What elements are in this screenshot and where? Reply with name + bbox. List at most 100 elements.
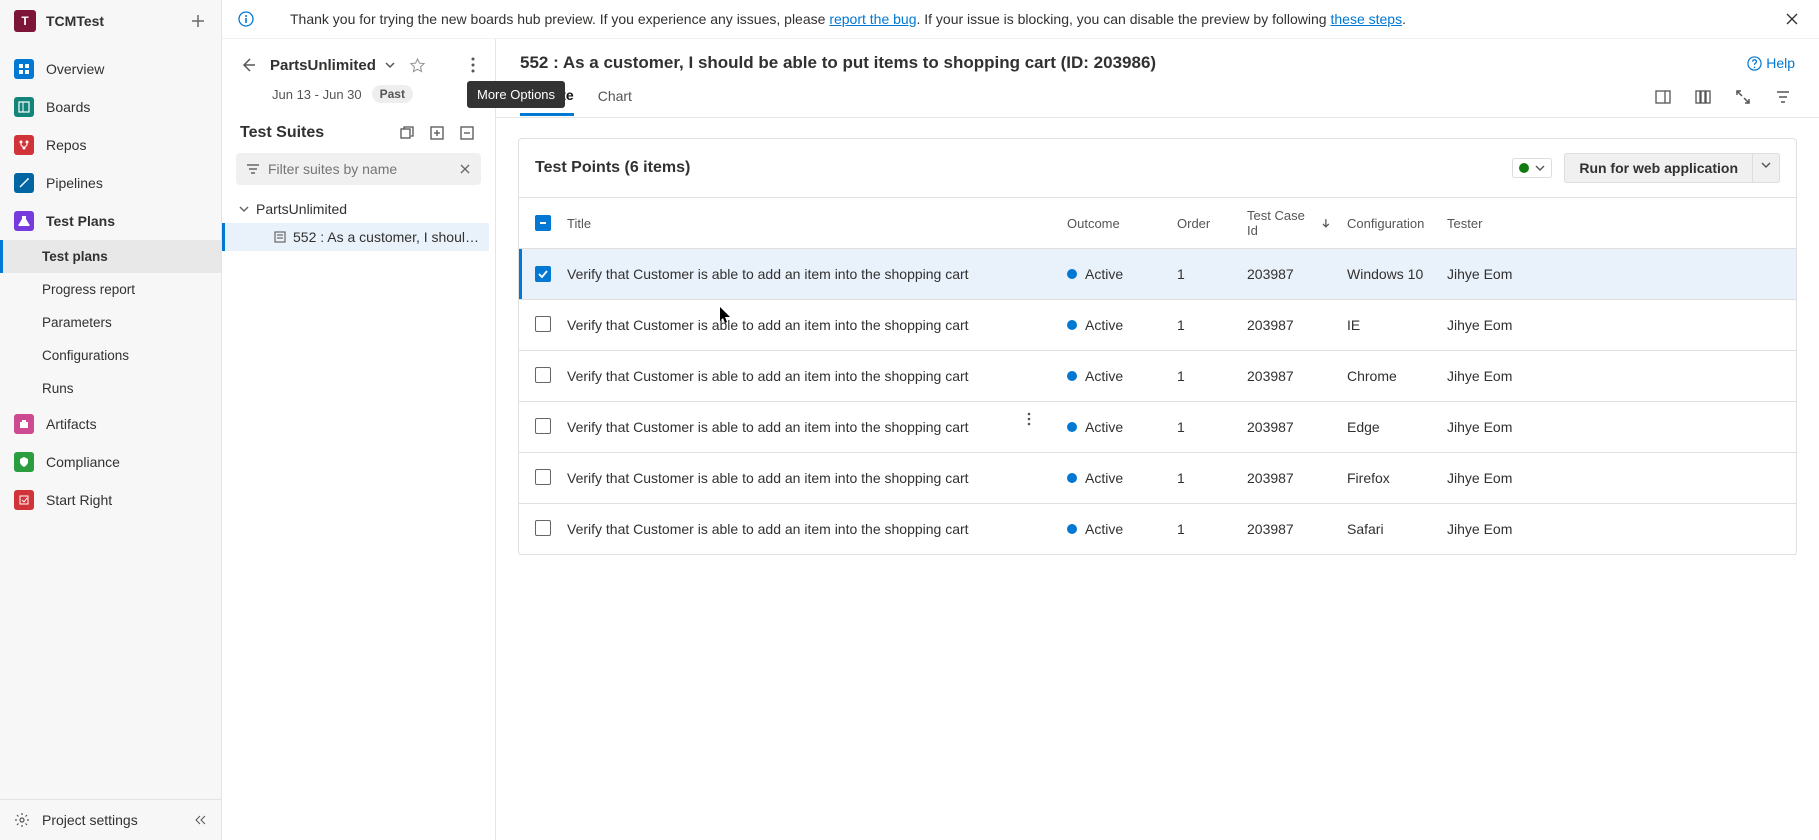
nav-test-plans[interactable]: Test Plans (0, 202, 221, 240)
more-options-tooltip: More Options (467, 81, 565, 108)
cell-config: IE (1339, 300, 1439, 351)
pipelines-icon (14, 173, 34, 193)
chevron-down-icon[interactable] (238, 203, 250, 215)
table-row[interactable]: Verify that Customer is able to add an i… (519, 351, 1796, 402)
nav-overview[interactable]: Overview (0, 50, 221, 88)
collapse-nav-icon[interactable] (193, 813, 207, 827)
col-test-case-id[interactable]: Test Case Id (1239, 198, 1339, 249)
cell-order: 1 (1169, 351, 1239, 402)
cell-tester: Jihye Eom (1439, 402, 1796, 453)
expand-suites-icon[interactable] (397, 123, 417, 143)
select-all-checkbox[interactable] (535, 215, 551, 231)
status-dot-icon (1519, 163, 1529, 173)
banner-link-report-bug[interactable]: report the bug (829, 11, 916, 27)
add-suite-icon[interactable] (427, 123, 447, 143)
row-checkbox[interactable] (535, 266, 551, 282)
new-item-button[interactable] (189, 12, 207, 30)
cell-outcome: Active (1067, 470, 1161, 486)
column-options-button[interactable] (1691, 85, 1715, 109)
cell-title: Verify that Customer is able to add an i… (559, 504, 1019, 555)
subnav-configurations-label: Configurations (42, 348, 129, 363)
filter-suites-input-wrap[interactable] (236, 153, 481, 185)
export-suite-icon[interactable] (457, 123, 477, 143)
table-row[interactable]: Verify that Customer is able to add an i… (519, 300, 1796, 351)
cell-tester: Jihye Eom (1439, 453, 1796, 504)
col-title[interactable]: Title (559, 198, 1019, 249)
row-checkbox[interactable] (535, 316, 551, 332)
banner-link-steps[interactable]: these steps (1330, 11, 1402, 27)
row-checkbox[interactable] (535, 418, 551, 434)
table-row[interactable]: Verify that Customer is able to add an i… (519, 402, 1796, 453)
chevron-down-icon (1535, 163, 1545, 173)
info-icon (238, 11, 254, 27)
run-web-app-button[interactable]: Run for web application (1564, 153, 1753, 183)
plan-state-badge: Past (372, 85, 413, 103)
nav-pipelines[interactable]: Pipelines (0, 164, 221, 202)
filter-suites-input[interactable] (268, 161, 451, 177)
left-nav: T TCMTest Overview Boards Repos (0, 0, 222, 840)
col-tester[interactable]: Tester (1439, 198, 1796, 249)
subnav-parameters[interactable]: Parameters (0, 306, 221, 339)
cell-title: Verify that Customer is able to add an i… (559, 351, 1019, 402)
row-checkbox[interactable] (535, 367, 551, 383)
nav-boards[interactable]: Boards (0, 88, 221, 126)
subnav-progress[interactable]: Progress report (0, 273, 221, 306)
plan-dropdown-icon[interactable] (384, 59, 396, 71)
cell-tester: Jihye Eom (1439, 351, 1796, 402)
back-button[interactable] (240, 57, 256, 73)
outcome-dot-icon (1067, 422, 1077, 432)
cell-order: 1 (1169, 504, 1239, 555)
cell-outcome: Active (1067, 368, 1161, 384)
col-outcome[interactable]: Outcome (1059, 198, 1169, 249)
banner-text-2: . If your issue is blocking, you can dis… (916, 11, 1330, 27)
subnav-configurations[interactable]: Configurations (0, 339, 221, 372)
col-order[interactable]: Order (1169, 198, 1239, 249)
fullscreen-button[interactable] (1731, 85, 1755, 109)
filter-toggle-button[interactable] (1771, 85, 1795, 109)
nav-test-plans-label: Test Plans (46, 213, 115, 229)
tab-chart[interactable]: Chart (598, 88, 632, 114)
row-more-button[interactable] (1027, 412, 1051, 442)
table-row[interactable]: Verify that Customer is able to add an i… (519, 504, 1796, 555)
clear-filter-icon[interactable] (459, 163, 471, 175)
subnav-runs-label: Runs (42, 381, 74, 396)
nav-boards-label: Boards (46, 99, 90, 115)
test-points-table: Title Outcome Order Test Case Id Configu… (519, 198, 1796, 555)
nav-compliance[interactable]: Compliance (0, 443, 221, 481)
nav-start-right[interactable]: Start Right (0, 481, 221, 519)
help-link[interactable]: Help (1747, 55, 1795, 71)
cell-tester: Jihye Eom (1439, 504, 1796, 555)
col-configuration[interactable]: Configuration (1339, 198, 1439, 249)
subnav-runs[interactable]: Runs (0, 372, 221, 405)
cell-config: Edge (1339, 402, 1439, 453)
cell-outcome: Active (1067, 317, 1161, 333)
project-settings[interactable]: Project settings (0, 800, 221, 840)
row-checkbox[interactable] (535, 520, 551, 536)
table-row[interactable]: Verify that Customer is able to add an i… (519, 249, 1796, 300)
cell-tester: Jihye Eom (1439, 300, 1796, 351)
row-checkbox[interactable] (535, 469, 551, 485)
nav-artifacts[interactable]: Artifacts (0, 405, 221, 443)
outcome-filter-dropdown[interactable] (1512, 158, 1552, 178)
project-settings-label: Project settings (42, 812, 138, 828)
favorite-button[interactable] (410, 58, 425, 73)
suite-root[interactable]: PartsUnlimited (228, 195, 489, 223)
cell-title: Verify that Customer is able to add an i… (559, 300, 1019, 351)
cell-tcid: 203987 (1239, 351, 1339, 402)
run-dropdown-button[interactable] (1753, 153, 1780, 183)
subnav-test-plans[interactable]: Test plans (0, 240, 221, 273)
table-row[interactable]: Verify that Customer is able to add an i… (519, 453, 1796, 504)
plan-name[interactable]: PartsUnlimited (270, 57, 376, 74)
banner-close-button[interactable] (1781, 8, 1803, 30)
cell-outcome: Active (1067, 266, 1161, 282)
outcome-dot-icon (1067, 524, 1077, 534)
toggle-side-panel-button[interactable] (1651, 85, 1675, 109)
suites-section-title: Test Suites (240, 124, 387, 142)
cell-title: Verify that Customer is able to add an i… (559, 402, 1019, 453)
nav-repos[interactable]: Repos (0, 126, 221, 164)
subnav-parameters-label: Parameters (42, 315, 112, 330)
suite-child-552[interactable]: 552 : As a customer, I shoul... .. (222, 223, 489, 251)
test-plans-icon (14, 211, 34, 231)
more-options-button[interactable]: More Options (467, 53, 479, 77)
compliance-icon (14, 452, 34, 472)
